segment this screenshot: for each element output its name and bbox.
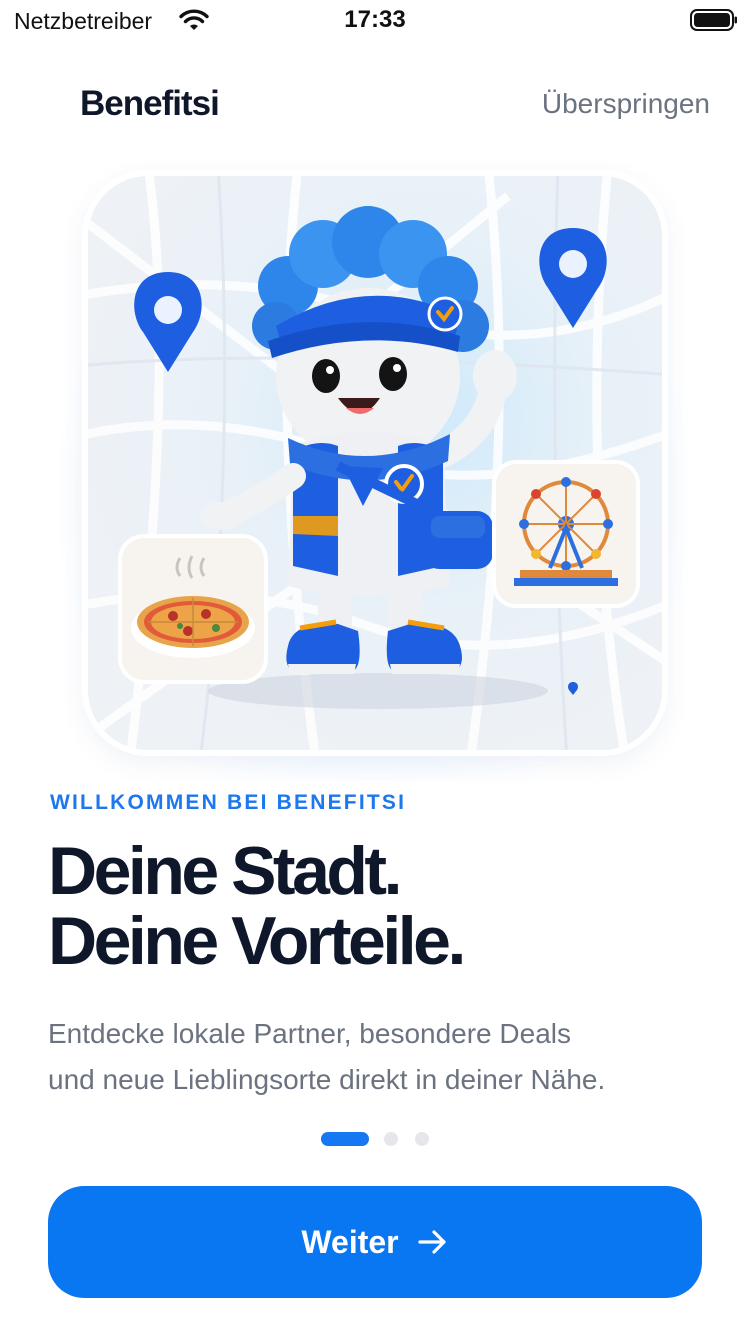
skip-button[interactable]: Überspringen <box>542 88 710 120</box>
map-pin-icon-left <box>134 272 202 372</box>
status-time: 17:33 <box>344 6 406 33</box>
welcome-eyebrow: WILLKOMMEN BEI BENEFITSI <box>50 791 407 814</box>
description-line-1: Entdecke lokale Partner, besondere Deals <box>48 1018 571 1049</box>
pizza-tile <box>118 534 268 684</box>
page-dot-1[interactable] <box>321 1132 369 1146</box>
continue-button-label: Weiter <box>301 1223 399 1260</box>
small-pin-icon <box>568 682 578 695</box>
onboarding-description: Entdecke lokale Partner, besondere Deals… <box>48 1011 718 1103</box>
status-bar: Netzbetreiber 17:33 <box>0 0 750 40</box>
ferris-wheel-tile <box>492 460 640 608</box>
page-dot-3[interactable] <box>415 1132 429 1146</box>
continue-button[interactable]: Weiter <box>48 1186 702 1298</box>
page-dot-2[interactable] <box>384 1132 398 1146</box>
description-line-2: und neue Lieblingsorte direkt in deiner … <box>48 1064 606 1095</box>
hero-illustration <box>88 176 662 750</box>
page-title: Deine Stadt. Deine Vorteile. <box>48 833 466 979</box>
headline-line-1: Deine Stadt. <box>48 833 402 909</box>
hero-illustration-card <box>88 176 662 750</box>
battery-icon <box>690 9 737 31</box>
page-indicator <box>0 1132 750 1146</box>
brand-logo-text: Benefitsi <box>80 84 220 123</box>
headline-line-2: Deine Vorteile. <box>48 903 466 979</box>
arrow-right-icon <box>418 1230 446 1254</box>
